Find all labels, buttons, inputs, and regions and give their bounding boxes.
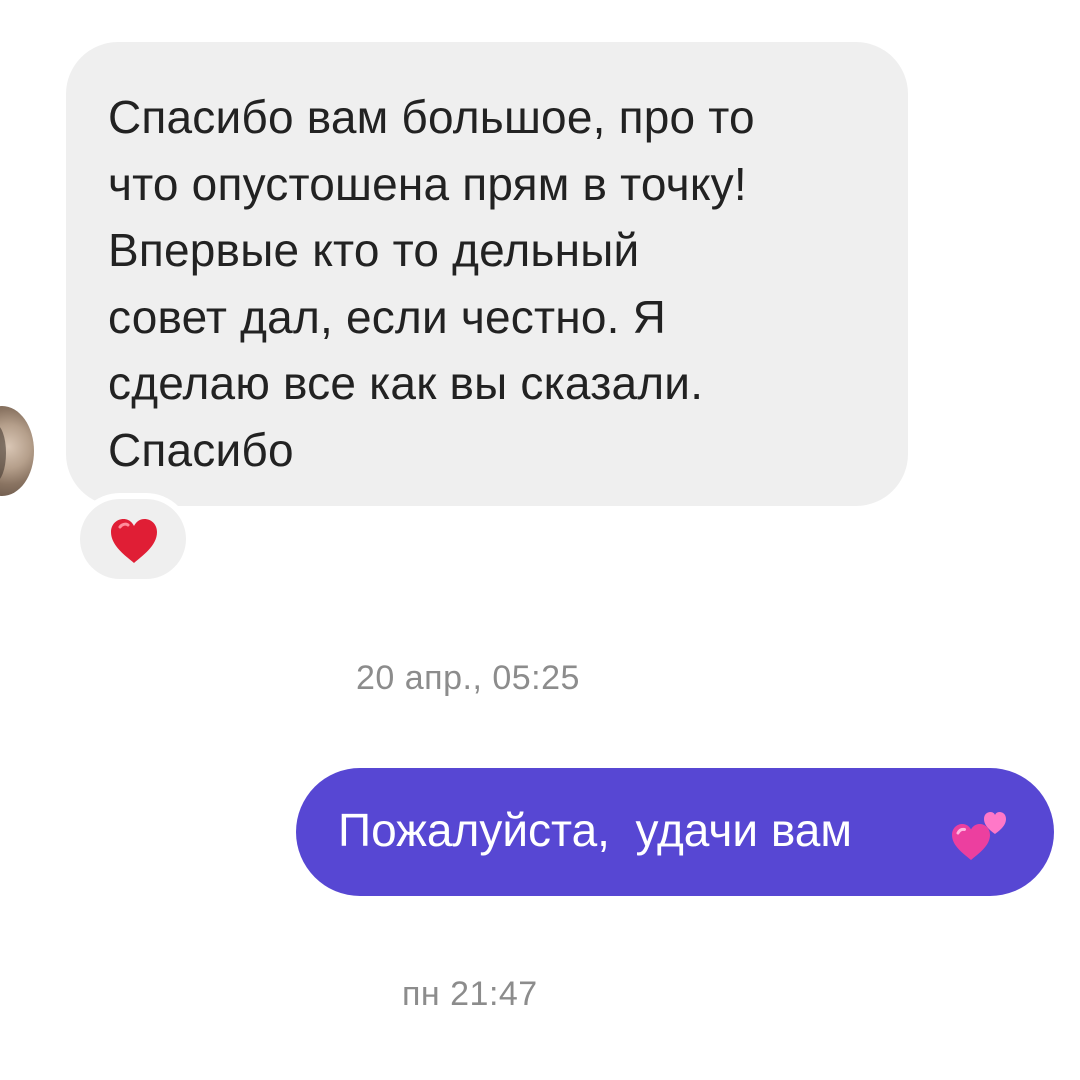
incoming-message-bubble[interactable]: Спасибо вам большое, про то что опустоше…	[66, 42, 908, 506]
avatar[interactable]	[0, 406, 34, 496]
outgoing-message-text: Пожалуйста, удачи вам	[338, 804, 852, 856]
incoming-message-text: Спасибо вам большое, про то что опустоше…	[108, 91, 755, 476]
two-hearts-icon	[952, 812, 1006, 860]
avatar-photo-detail	[0, 424, 6, 482]
timestamp: 20 апр., 05:25	[356, 659, 580, 697]
outgoing-message-bubble[interactable]: Пожалуйста, удачи вам	[296, 768, 1054, 896]
red-heart-icon	[111, 519, 157, 563]
timestamp: пн 21:47	[402, 975, 538, 1013]
message-reaction[interactable]	[80, 499, 186, 579]
